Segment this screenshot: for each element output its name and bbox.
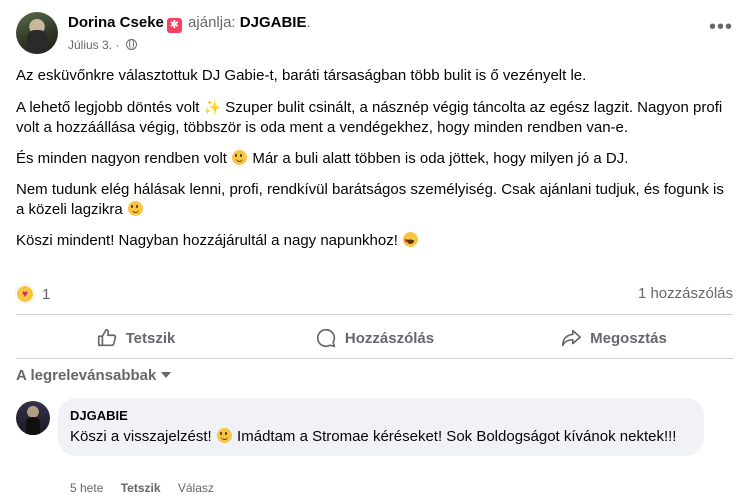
comment-author[interactable]: DJGABIE	[70, 407, 692, 425]
post-header: Dorina Cseke ✱ ajánlja: DJGABIE. Július 3…	[16, 12, 733, 56]
divider	[16, 358, 733, 359]
share-label: Megosztás	[590, 329, 667, 347]
like-button[interactable]: Tetszik	[16, 318, 255, 358]
post-stats: 1 1 hozzászólás	[16, 285, 733, 307]
comment-bubble: DJGABIE Köszi a visszajelzést! Imádtam a…	[58, 398, 704, 456]
smile-emoji	[216, 428, 232, 443]
comment-time[interactable]: 5 hete	[70, 481, 103, 495]
recommended-page-name[interactable]: DJGABIE	[240, 14, 307, 31]
like-label: Tetszik	[125, 329, 176, 347]
comment-icon	[316, 328, 336, 348]
post-paragraph: És minden nagyon rendben volt Már a buli…	[16, 150, 629, 167]
post-paragraph: A lehető legjobb döntés volt ✨ Szuper bu…	[16, 99, 723, 136]
heart-eyes-emoji	[403, 232, 419, 252]
like-icon	[97, 328, 116, 347]
post-meta: Július 3. ·	[68, 38, 137, 52]
comment-reply-button[interactable]: Válasz	[178, 481, 214, 495]
comment-button[interactable]: Hozzászólás	[255, 318, 494, 358]
sparkles-emoji: ✨	[203, 99, 222, 115]
recommend-badge-icon: ✱	[166, 18, 182, 33]
reaction-count[interactable]: 1	[42, 286, 50, 303]
post-paragraph: Nem tudunk elég hálásak lenni, profi, re…	[16, 181, 724, 218]
author-avatar[interactable]	[16, 12, 58, 54]
comment-sort-dropdown[interactable]: A legrelevánsabbak	[16, 367, 172, 384]
author-name[interactable]: Dorina Cseke	[68, 14, 164, 31]
smile-emoji	[127, 201, 143, 216]
post-date[interactable]: Július 3.	[68, 38, 112, 52]
post-paragraph: Köszi mindent! Nagyban hozzájárultál a n…	[16, 231, 732, 252]
post-paragraph: Az esküvőnkre választottuk DJ Gabie-t, b…	[16, 67, 587, 84]
post-body: Az esküvőnkre választottuk DJ Gabie-t, b…	[16, 66, 732, 262]
sort-label: A legrelevánsabbak	[16, 367, 157, 384]
caret-down-icon	[161, 372, 172, 378]
post-title-line: Dorina Cseke ✱ ajánlja: DJGABIE.	[68, 14, 311, 33]
commenter-avatar[interactable]	[16, 401, 50, 435]
comment-text: Köszi a visszajelzést! Imádtam a Stromae…	[70, 428, 677, 445]
recommend-verb: ajánlja:	[188, 14, 236, 31]
globe-icon	[125, 39, 137, 50]
share-button[interactable]: Megosztás	[494, 318, 733, 358]
share-icon	[562, 329, 582, 347]
love-reaction-icon[interactable]	[16, 285, 34, 303]
comment-count[interactable]: 1 hozzászólás	[638, 285, 733, 302]
comment-meta: 5 hete Tetszik Válasz	[70, 481, 228, 495]
divider	[16, 314, 733, 315]
post-actions: Tetszik Hozzászólás Megosztás	[16, 318, 733, 358]
comment-like-button[interactable]: Tetszik	[121, 481, 161, 495]
comment-label: Hozzászólás	[344, 329, 435, 347]
more-options-icon[interactable]: •••	[709, 17, 733, 37]
smile-emoji	[232, 150, 248, 165]
